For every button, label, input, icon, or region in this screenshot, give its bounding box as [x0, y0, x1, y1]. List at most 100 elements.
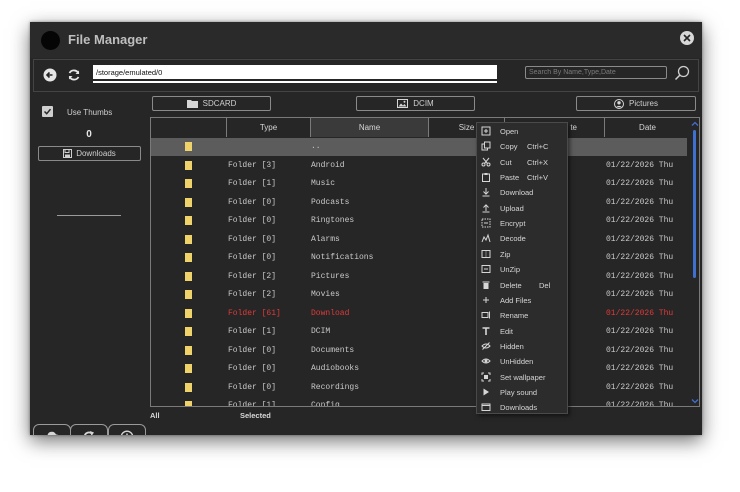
context-menu-item-unzip[interactable]: UnZip: [477, 262, 567, 277]
table-row[interactable]: Folder [2] Movies 01/22/2026 Thu: [151, 286, 687, 304]
table-row[interactable]: Folder [0] Notifications 01/22/2026 Thu: [151, 249, 687, 267]
column-header-name[interactable]: Name: [310, 118, 428, 137]
table-row[interactable]: Folder [2] Pictures 01/22/2026 Thu: [151, 268, 687, 286]
context-menu-item-zip[interactable]: Zip: [477, 247, 567, 262]
search-input[interactable]: [525, 66, 667, 79]
context-menu-label: Rename: [500, 311, 529, 321]
scrollbar-thumb[interactable]: [693, 130, 696, 278]
context-menu-item-downloads[interactable]: Downloads: [477, 400, 567, 415]
folder-icon: [186, 100, 198, 108]
folder-icon: [185, 234, 192, 244]
cell-date: 01/22/2026 Thu: [606, 327, 674, 336]
user-circle-icon: [614, 98, 625, 109]
cell-name: Podcasts: [311, 197, 350, 207]
cell-name: Movies: [311, 290, 340, 299]
cell-date: 01/22/2026 Thu: [606, 364, 674, 373]
context-menu-item-decode[interactable]: Decode: [477, 231, 567, 246]
context-menu-item-unhidden[interactable]: UnHidden: [477, 354, 567, 369]
table-row[interactable]: Folder [1] Config 01/22/2026 Thu: [151, 397, 687, 407]
table-row[interactable]: Folder [0] Alarms 01/22/2026 Thu: [151, 231, 687, 249]
pictures-button[interactable]: Pictures: [576, 96, 696, 111]
context-menu-label: Cut: [500, 157, 512, 167]
cell-type: Folder [1]: [228, 327, 277, 336]
cell-type: Folder [1]: [228, 401, 277, 407]
download-circle-icon: [120, 430, 134, 435]
save-disk-icon: [63, 149, 73, 158]
context-menu-item-rename[interactable]: Rename: [477, 308, 567, 323]
cell-name: Config: [311, 401, 340, 407]
folder-icon: [185, 271, 192, 281]
download-button[interactable]: [108, 424, 146, 435]
context-menu-item-edit[interactable]: Edit: [477, 324, 567, 339]
cloud-upload-button[interactable]: [33, 424, 71, 435]
downloads-button-label: Downloads: [76, 149, 116, 158]
table-row[interactable]: Folder [3] Android 01/22/2026 Thu: [151, 157, 687, 175]
dcim-button[interactable]: DCIM: [356, 96, 475, 111]
downloads-button[interactable]: Downloads: [38, 146, 141, 161]
column-header-date[interactable]: Date: [604, 118, 690, 137]
table-row[interactable]: ..: [151, 138, 687, 156]
scroll-down-icon[interactable]: [691, 397, 699, 405]
context-menu-label: Add Files: [500, 295, 532, 305]
column-header-type[interactable]: Type: [226, 118, 310, 137]
back-icon[interactable]: [43, 68, 57, 82]
table-row[interactable]: Folder [61] Download 01/22/2026 Thu: [151, 305, 687, 323]
reload-icon: [83, 430, 94, 435]
cell-name: Android: [311, 160, 345, 170]
open-icon: [481, 126, 491, 136]
cell-name: Audiobooks: [311, 364, 360, 373]
pictures-label: Pictures: [629, 99, 658, 108]
context-menu-item-add-files[interactable]: Add Files: [477, 293, 567, 308]
context-menu-item-hidden[interactable]: Hidden: [477, 339, 567, 354]
cell-name: ..: [311, 142, 321, 151]
folder-icon: [185, 160, 192, 170]
image-icon: [397, 99, 409, 108]
refresh-icon[interactable]: [67, 68, 81, 82]
context-menu-item-encrypt[interactable]: Encrypt: [477, 216, 567, 231]
cell-date: 01/22/2026 Thu: [606, 345, 674, 355]
table-row[interactable]: Folder [0] Ringtones 01/22/2026 Thu: [151, 212, 687, 230]
sdcard-button[interactable]: SDCARD: [152, 96, 271, 111]
context-menu-label: Upload: [500, 203, 524, 213]
context-menu-label: Hidden: [500, 341, 524, 351]
table-row[interactable]: Folder [0] Podcasts 01/22/2026 Thu: [151, 194, 687, 212]
context-menu-item-delete[interactable]: Delete Del: [477, 278, 567, 293]
context-menu-item-set-wallpaper[interactable]: Set wallpaper: [477, 370, 567, 385]
scroll-up-icon[interactable]: [691, 120, 699, 128]
folder-icon: [185, 179, 192, 188]
file-manager-window: File Manager Use Thumbs 0: [30, 22, 702, 435]
context-menu-label: Paste: [500, 173, 520, 183]
table-row[interactable]: Folder [0] Audiobooks 01/22/2026 Thu: [151, 360, 687, 378]
cell-type: Folder [0]: [228, 216, 277, 225]
reload-button[interactable]: [70, 424, 108, 435]
cell-date: 01/22/2026 Thu: [606, 290, 674, 299]
cell-type: Folder [0]: [228, 197, 277, 207]
cell-name: Documents: [311, 345, 355, 355]
search-icon[interactable]: [674, 65, 690, 81]
context-menu-label: Play sound: [500, 387, 538, 397]
context-menu-item-cut[interactable]: Cut Ctrl+X: [477, 155, 567, 170]
context-menu-item-open[interactable]: Open: [477, 124, 567, 139]
table-row[interactable]: Folder [1] DCIM 01/22/2026 Thu: [151, 323, 687, 341]
upload-icon: [482, 203, 490, 213]
table-row[interactable]: Folder [1] Music 01/22/2026 Thu: [151, 175, 687, 193]
path-input[interactable]: [93, 65, 497, 79]
cell-type: Folder [2]: [228, 290, 277, 299]
close-button[interactable]: [680, 31, 694, 45]
cell-date: 01/22/2026 Thu: [606, 401, 674, 407]
context-menu-item-paste[interactable]: Paste Ctrl+V: [477, 170, 567, 185]
cell-name: Recordings: [311, 382, 360, 392]
context-menu-item-upload[interactable]: Upload: [477, 201, 567, 216]
table-row[interactable]: Folder [0] Documents 01/22/2026 Thu: [151, 342, 687, 360]
table-row[interactable]: Folder [0] Recordings 01/22/2026 Thu: [151, 379, 687, 397]
cell-type: Folder [0]: [228, 345, 277, 355]
use-thumbs-checkbox[interactable]: [42, 106, 53, 117]
context-menu-item-copy[interactable]: Copy Ctrl+C: [477, 139, 567, 154]
context-menu-item-download[interactable]: Download: [477, 185, 567, 200]
title-bar: File Manager: [30, 22, 702, 58]
folder-icon: [185, 382, 192, 392]
context-menu-label: Set wallpaper: [500, 372, 546, 382]
context-menu-item-play-sound[interactable]: Play sound: [477, 385, 567, 400]
cell-date: 01/22/2026 Thu: [606, 271, 674, 281]
cell-date: 01/22/2026 Thu: [606, 234, 674, 244]
